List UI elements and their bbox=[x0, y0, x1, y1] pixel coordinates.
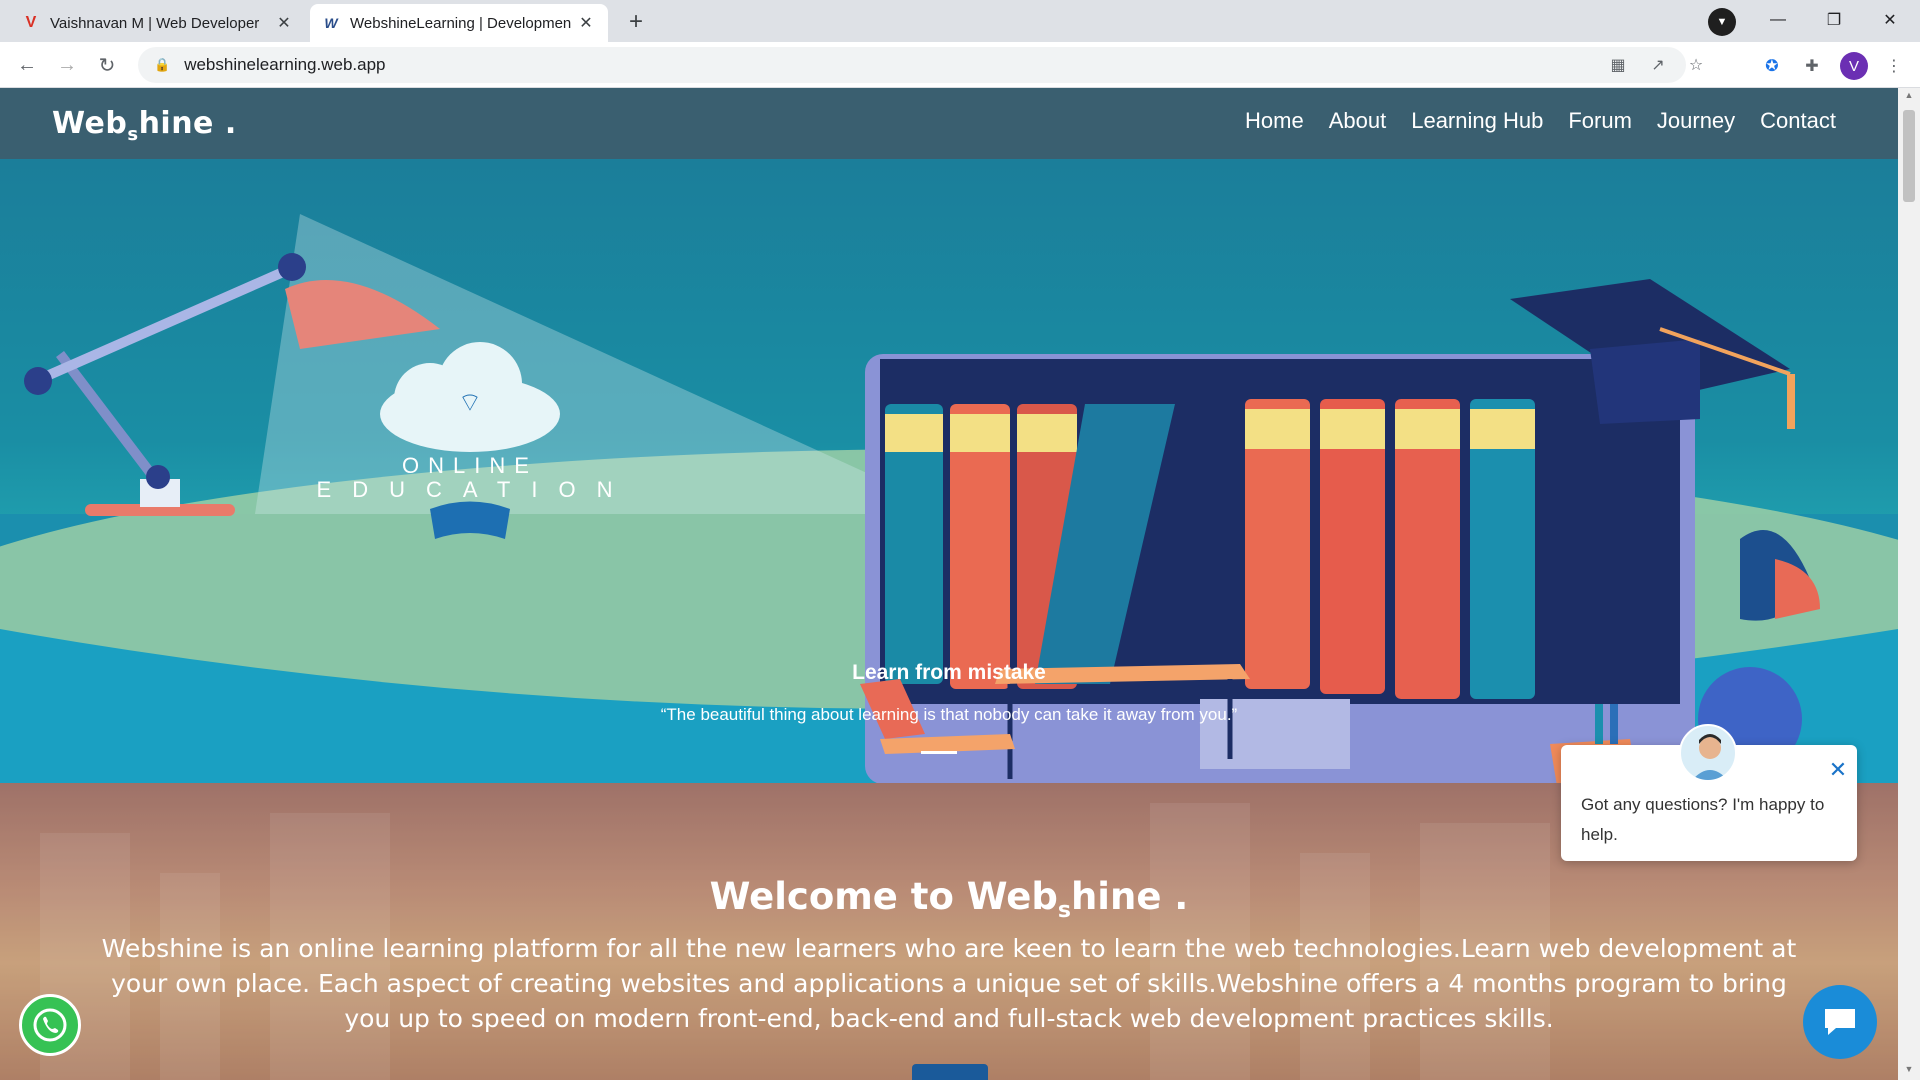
nav-learning-hub[interactable]: Learning Hub bbox=[1411, 108, 1543, 134]
address-bar[interactable]: 🔒 webshinelearning.web.app ▦ ↗ ☆ bbox=[138, 47, 1703, 83]
nav-links: Home About Learning Hub Forum Journey Co… bbox=[1245, 108, 1836, 134]
scroll-to-section-tab[interactable] bbox=[912, 1064, 988, 1080]
welcome-title-end: hine . bbox=[1070, 875, 1189, 918]
chat-launcher-button[interactable] bbox=[1803, 985, 1877, 1059]
site-navbar: Webshine . Home About Learning Hub Forum… bbox=[0, 88, 1898, 159]
browser-toolbar: ← → ↻ 🔒 webshinelearning.web.app ▦ ↗ ☆ ✪… bbox=[0, 42, 1920, 88]
browser-tab-webshine[interactable]: W WebshineLearning | Developmen ✕ bbox=[310, 4, 608, 42]
minimize-icon[interactable]: — bbox=[1750, 0, 1806, 40]
chat-agent-avatar bbox=[1679, 724, 1737, 782]
gmail-favicon-icon: V bbox=[25, 14, 37, 31]
menu-kebab-icon[interactable]: ⋮ bbox=[1882, 54, 1906, 78]
nav-contact[interactable]: Contact bbox=[1760, 108, 1836, 134]
close-window-icon[interactable]: ✕ bbox=[1862, 0, 1918, 40]
restore-icon[interactable]: ❐ bbox=[1806, 0, 1862, 40]
logo-subscript: s bbox=[127, 124, 139, 145]
extension-icon[interactable]: ✪ bbox=[1760, 54, 1784, 78]
open-in-icon[interactable]: ↗ bbox=[1640, 47, 1676, 83]
profile-avatar[interactable]: V bbox=[1840, 52, 1868, 80]
hero-caption-quote: “The beautiful thing about learning is t… bbox=[660, 705, 1238, 724]
nav-journey[interactable]: Journey bbox=[1657, 108, 1735, 134]
nav-home[interactable]: Home bbox=[1245, 108, 1304, 134]
svg-text:⌔: ⌔ bbox=[458, 388, 482, 418]
page-viewport: Webshine . Home About Learning Hub Forum… bbox=[0, 88, 1898, 1080]
close-tab-icon[interactable]: ✕ bbox=[274, 13, 294, 33]
whatsapp-button[interactable] bbox=[19, 994, 81, 1056]
whatsapp-phone-icon bbox=[33, 1008, 67, 1042]
welcome-title-subscript: s bbox=[1057, 898, 1071, 923]
bookmark-star-icon[interactable]: ☆ bbox=[1678, 47, 1714, 83]
carousel-indicator[interactable] bbox=[921, 751, 957, 754]
new-tab-button[interactable]: + bbox=[620, 6, 652, 38]
chat-bubble-icon bbox=[1825, 1009, 1855, 1035]
lock-icon: 🔒 bbox=[154, 57, 171, 72]
welcome-title: Welcome to Webshine . bbox=[0, 875, 1898, 923]
logo-text-end: hine . bbox=[138, 106, 237, 141]
install-app-icon[interactable]: ▦ bbox=[1600, 47, 1636, 83]
chat-message: Got any questions? I'm happy to help. bbox=[1581, 795, 1825, 844]
chat-close-icon[interactable]: ✕ bbox=[1827, 759, 1849, 781]
tab-search-icon[interactable]: ▼ bbox=[1708, 8, 1736, 36]
reload-icon[interactable]: ↻ bbox=[92, 50, 122, 80]
site-logo[interactable]: Webshine . bbox=[52, 106, 237, 145]
nav-forum[interactable]: Forum bbox=[1568, 108, 1632, 134]
back-arrow-icon[interactable]: ← bbox=[12, 50, 42, 80]
tab-title: WebshineLearning | Developmen bbox=[350, 14, 572, 32]
browser-tab-vaishnavan[interactable]: V Vaishnavan M | Web Developer ✕ bbox=[10, 4, 306, 42]
url-text: webshinelearning.web.app bbox=[184, 55, 386, 74]
browser-tab-strip: V Vaishnavan M | Web Developer ✕ W Websh… bbox=[0, 0, 1920, 42]
education-label: EDUCATION bbox=[316, 477, 634, 502]
webshine-favicon-icon: W bbox=[324, 15, 338, 31]
welcome-title-text: Welcome to Web bbox=[709, 875, 1058, 918]
tab-title: Vaishnavan M | Web Developer bbox=[50, 14, 260, 32]
hero-illustration: ⌔ bbox=[0, 214, 1898, 783]
online-label: ONLINE bbox=[402, 453, 538, 478]
scroll-up-icon[interactable]: ▲ bbox=[1903, 90, 1915, 104]
close-tab-icon[interactable]: ✕ bbox=[576, 13, 596, 33]
extensions-puzzle-icon[interactable]: ✚ bbox=[1800, 54, 1824, 78]
welcome-description: Webshine is an online learning platform … bbox=[101, 934, 1797, 1033]
hero-caption-title: Learn from mistake bbox=[852, 661, 1046, 684]
scrollbar-thumb[interactable] bbox=[1903, 110, 1915, 202]
forward-arrow-icon[interactable]: → bbox=[52, 50, 82, 80]
nav-about[interactable]: About bbox=[1329, 108, 1387, 134]
page-scrollbar[interactable]: ▲ ▼ bbox=[1898, 88, 1920, 1080]
hero-carousel: ⌔ ONLINE EDUCATION Learn from mistake “T… bbox=[0, 159, 1898, 783]
logo-text: Web bbox=[52, 106, 128, 141]
scroll-down-icon[interactable]: ▼ bbox=[1903, 1064, 1915, 1078]
